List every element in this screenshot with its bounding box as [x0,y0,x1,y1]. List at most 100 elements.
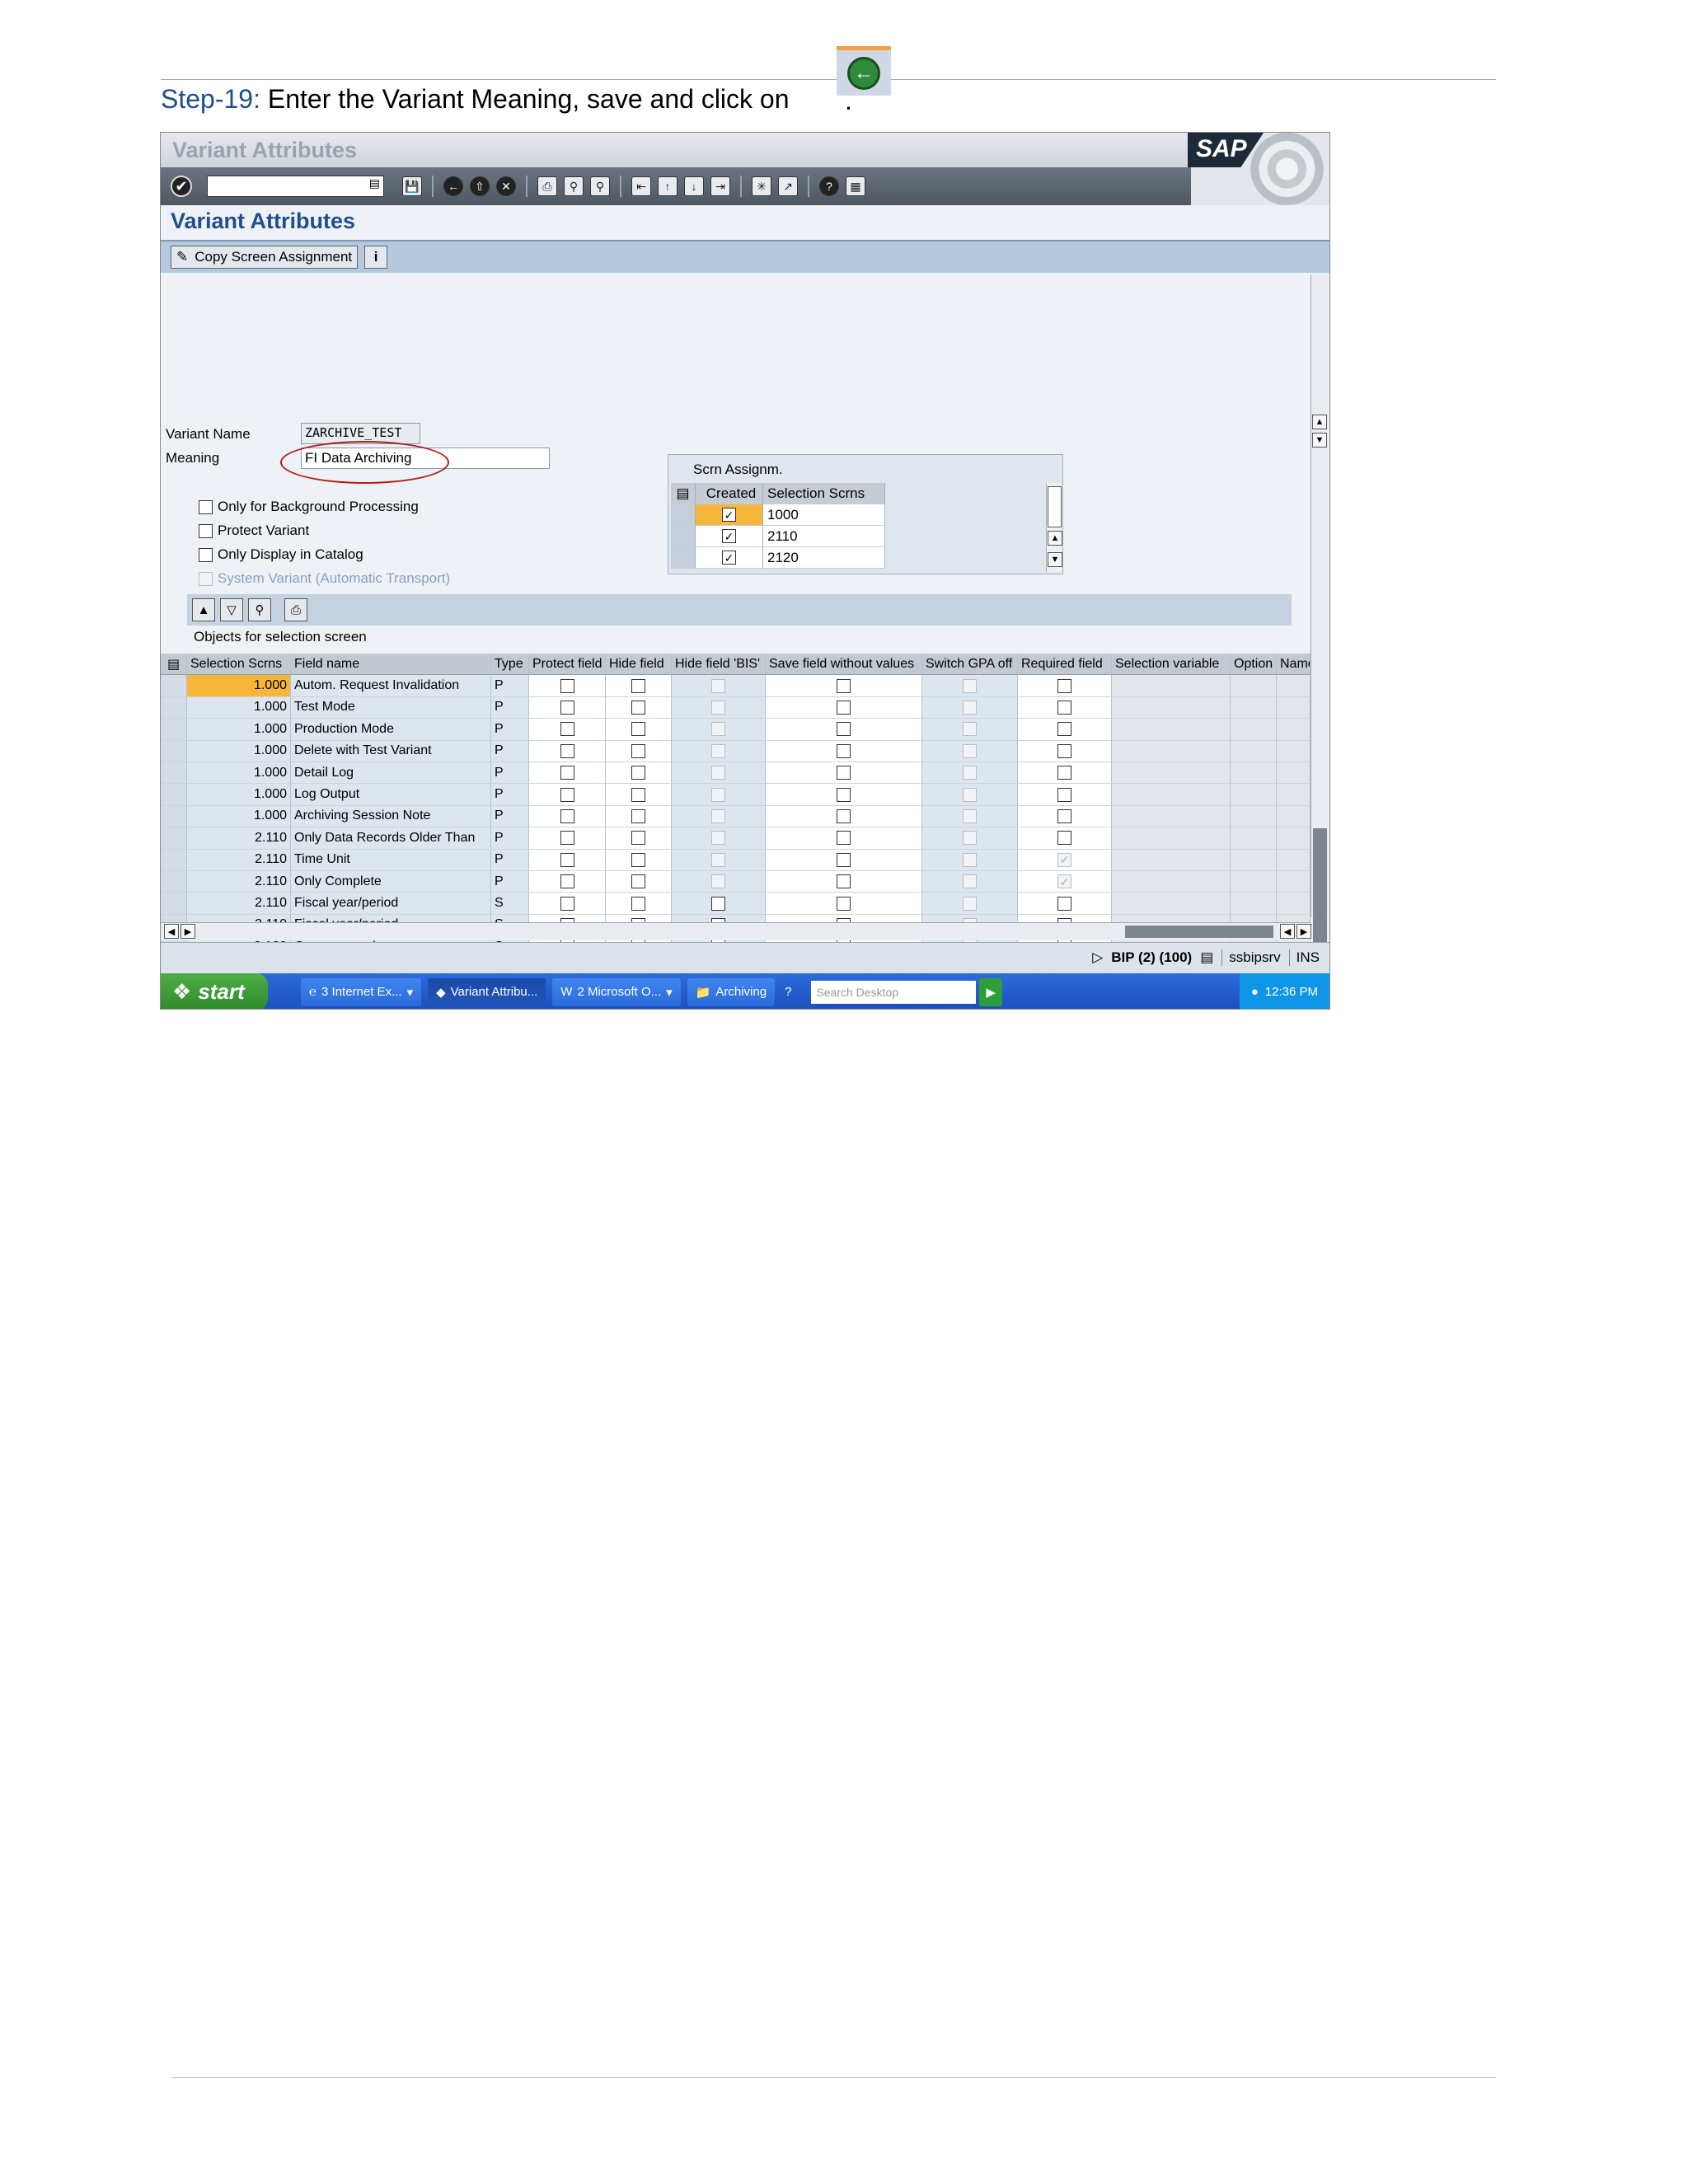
row-selector[interactable] [161,719,187,741]
protect-checkbox[interactable] [560,766,574,780]
row-selector[interactable] [161,740,187,762]
column-header[interactable]: Hide field [606,654,672,676]
shortcut-icon[interactable]: ↗ [778,176,798,196]
save-checkbox[interactable] [837,852,851,867]
row-selector[interactable] [161,805,187,828]
screen-assignment-scrollbar[interactable]: ▲ ▼ [1046,483,1062,572]
filter-icon[interactable]: ▽ [220,598,243,621]
save-checkbox[interactable] [837,722,851,737]
table-settings-icon[interactable]: ▤ [671,483,696,504]
help-icon[interactable]: ? [819,176,839,196]
cancel-button[interactable]: ✕ [496,176,516,196]
copy-screen-assignment-button[interactable]: ✎ Copy Screen Assignment [171,246,359,269]
last-page-icon[interactable]: ⇥ [710,176,730,196]
table-row[interactable]: 2.110 Only Data Records Older Than P [161,827,1311,850]
scroll-down-icon[interactable]: ▼ [1312,433,1327,448]
column-header[interactable]: Selection variable [1112,654,1231,676]
table-row[interactable]: 1.000 Log Output P [161,784,1311,806]
hide-checkbox[interactable] [631,722,645,737]
bis-checkbox[interactable] [711,896,725,911]
column-header[interactable]: Option [1231,654,1277,676]
task-microsoft-office[interactable]: W 2 Microsoft O... ▾ [552,977,681,1006]
print-icon[interactable]: ⎙ [284,598,307,621]
protect-checkbox[interactable] [560,678,574,693]
save-checkbox[interactable] [837,874,851,889]
row-selector[interactable] [161,849,187,871]
search-desktop-input[interactable]: Search Desktop [811,980,977,1004]
table-row[interactable]: 1.000 Autom. Request Invalidation P [161,675,1311,697]
find-icon[interactable]: ⚲ [248,598,271,621]
table-row[interactable]: 2.110Fiscal year/periodS [161,893,1311,915]
column-header[interactable]: Required field [1018,654,1112,676]
save-checkbox[interactable] [837,678,851,693]
start-button[interactable]: ❖ start [161,973,268,1009]
first-page-icon[interactable]: ⇤ [631,176,651,196]
protect-checkbox[interactable] [560,896,574,911]
scroll-down-icon[interactable]: ▼ [1048,552,1062,567]
req-checkbox[interactable] [1057,743,1071,758]
help-tray-icon[interactable]: ? [781,978,795,1006]
column-header[interactable]: Save field without values [766,654,922,676]
table-row[interactable]: 1.000 Test Mode P [161,696,1311,719]
column-header[interactable]: Name [1277,654,1311,676]
only-display-in-catalog-option[interactable]: Only Display in Catalog [199,546,363,563]
table-row[interactable]: 1.000 Detail Log P [161,762,1311,785]
row-selector[interactable] [161,871,187,893]
save-checkbox[interactable] [837,766,851,780]
hide-checkbox[interactable] [631,808,645,823]
protect-checkbox[interactable] [560,808,574,823]
hide-checkbox[interactable] [631,787,645,802]
scroll-up-icon[interactable]: ▲ [1312,415,1327,429]
protect-checkbox[interactable] [560,722,574,737]
scroll-left-icon[interactable]: ◀ [1280,924,1295,939]
only-background-processing-checkbox[interactable] [199,499,213,514]
info-icon[interactable]: i [364,246,388,269]
scroll-right-icon[interactable]: ▶ [1296,924,1311,939]
horizontal-scrollbar[interactable]: ◀ ▶ ◀ ▶ [161,922,1311,940]
created-checkbox[interactable]: ✓ [722,508,736,522]
only-background-processing-option[interactable]: Only for Background Processing [199,499,419,515]
search-go-icon[interactable]: ▶ [979,977,1002,1006]
previous-page-icon[interactable]: ↑ [658,176,678,196]
task-variant-attributes[interactable]: ◆ Variant Attribu... [428,977,546,1006]
column-header[interactable]: Switch GPA off [922,654,1018,676]
list-item[interactable]: ✓ 1000 [671,504,885,526]
only-display-in-catalog-checkbox[interactable] [199,547,213,562]
row-selector[interactable] [161,675,187,697]
table-row[interactable]: 1.000 Delete with Test Variant P [161,740,1311,762]
req-checkbox[interactable] [1057,678,1071,693]
req-checkbox[interactable] [1057,722,1071,737]
hide-checkbox[interactable] [631,896,645,911]
protect-variant-option[interactable]: Protect Variant [199,523,309,539]
hide-checkbox[interactable] [631,766,645,780]
hide-checkbox[interactable] [631,743,645,758]
column-header[interactable]: Protect field [529,654,606,676]
find-next-icon[interactable]: ⚲ [590,176,610,196]
save-checkbox[interactable] [837,743,851,758]
vertical-scrollbar[interactable]: ▲ ▼ ▲ ▼ [1311,274,1329,1009]
save-checkbox[interactable] [837,896,851,911]
save-checkbox[interactable] [837,808,851,823]
row-selector[interactable] [161,827,187,850]
row-selector[interactable] [161,762,187,785]
scroll-right-icon[interactable]: ▶ [181,924,195,939]
req-checkbox[interactable] [1057,766,1071,780]
created-checkbox[interactable]: ✓ [722,551,736,565]
hide-checkbox[interactable] [631,831,645,846]
scrollbar-thumb[interactable] [1125,926,1273,938]
req-checkbox[interactable] [1057,831,1071,846]
save-icon[interactable]: 💾 [402,176,422,196]
table-settings-icon[interactable]: ▤ [161,654,187,676]
exit-button[interactable]: ⇧ [470,176,490,196]
protect-checkbox[interactable] [560,787,574,802]
back-button[interactable]: ← [443,176,463,196]
task-internet-explorer[interactable]: ℮ 3 Internet Ex... ▾ [301,977,422,1006]
table-row[interactable]: 1.000 Archiving Session Note P [161,805,1311,828]
protect-checkbox[interactable] [560,743,574,758]
new-session-icon[interactable]: ✳ [752,176,771,196]
enter-icon[interactable]: ✔ [171,176,192,197]
protect-variant-checkbox[interactable] [199,523,213,538]
find-icon[interactable]: ⚲ [564,176,584,196]
layout-menu-icon[interactable]: ▦ [846,176,865,196]
save-checkbox[interactable] [837,700,851,715]
